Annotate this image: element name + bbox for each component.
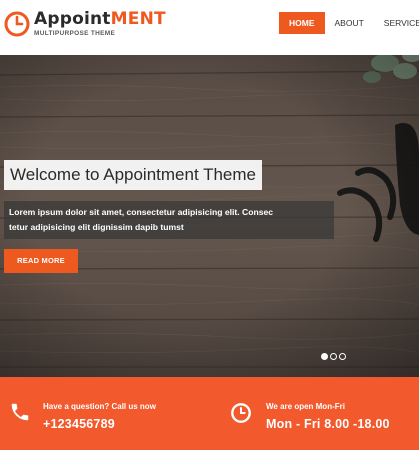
phone-label: Have a question? Call us now [43, 402, 156, 411]
slider-pagination [321, 353, 348, 360]
contact-info-bar: Have a question? Call us now +123456789 … [0, 377, 419, 450]
page: AppointMENT MULTIPURPOSE THEME HOME ABOU… [0, 0, 419, 450]
site-logo[interactable]: AppointMENT MULTIPURPOSE THEME [4, 9, 166, 43]
logo-name: AppointMENT [34, 9, 166, 29]
slider-dot-1[interactable] [321, 353, 328, 360]
slider-dot-3[interactable] [339, 353, 346, 360]
hero-title: Welcome to Appointment Theme [4, 160, 263, 190]
logo-name-accent: MENT [110, 9, 166, 29]
hours-value: Mon - Fri 8.00 -18.00 [266, 417, 390, 431]
nav-item-services[interactable]: SERVICES [374, 12, 419, 34]
nav-item-home[interactable]: HOME [279, 12, 325, 34]
read-more-button[interactable]: READ MORE [4, 249, 78, 273]
phone-icon [11, 403, 29, 421]
hero-description: Lorem ipsum dolor sit amet, consectetur … [4, 201, 334, 239]
slider-dot-2[interactable] [330, 353, 337, 360]
hero-description-line-2: tetur adipisicing elit dignissim dapib t… [9, 222, 184, 232]
logo-text: AppointMENT MULTIPURPOSE THEME [34, 9, 166, 37]
hours-label: We are open Mon-Fri [266, 402, 345, 411]
hero-slider: Welcome to Appointment Theme Lorem ipsum… [0, 55, 419, 377]
main-nav: HOME ABOUT SERVICES [279, 12, 419, 34]
phone-number[interactable]: +123456789 [43, 417, 115, 431]
clock-logo-icon [4, 11, 30, 37]
nav-item-about[interactable]: ABOUT [325, 12, 374, 34]
site-header: AppointMENT MULTIPURPOSE THEME HOME ABOU… [0, 0, 419, 55]
logo-tagline: MULTIPURPOSE THEME [34, 30, 116, 37]
hero-description-line-1: Lorem ipsum dolor sit amet, consectetur … [9, 207, 274, 217]
clock-icon [231, 403, 251, 423]
logo-name-dark: Appoint [34, 9, 111, 29]
